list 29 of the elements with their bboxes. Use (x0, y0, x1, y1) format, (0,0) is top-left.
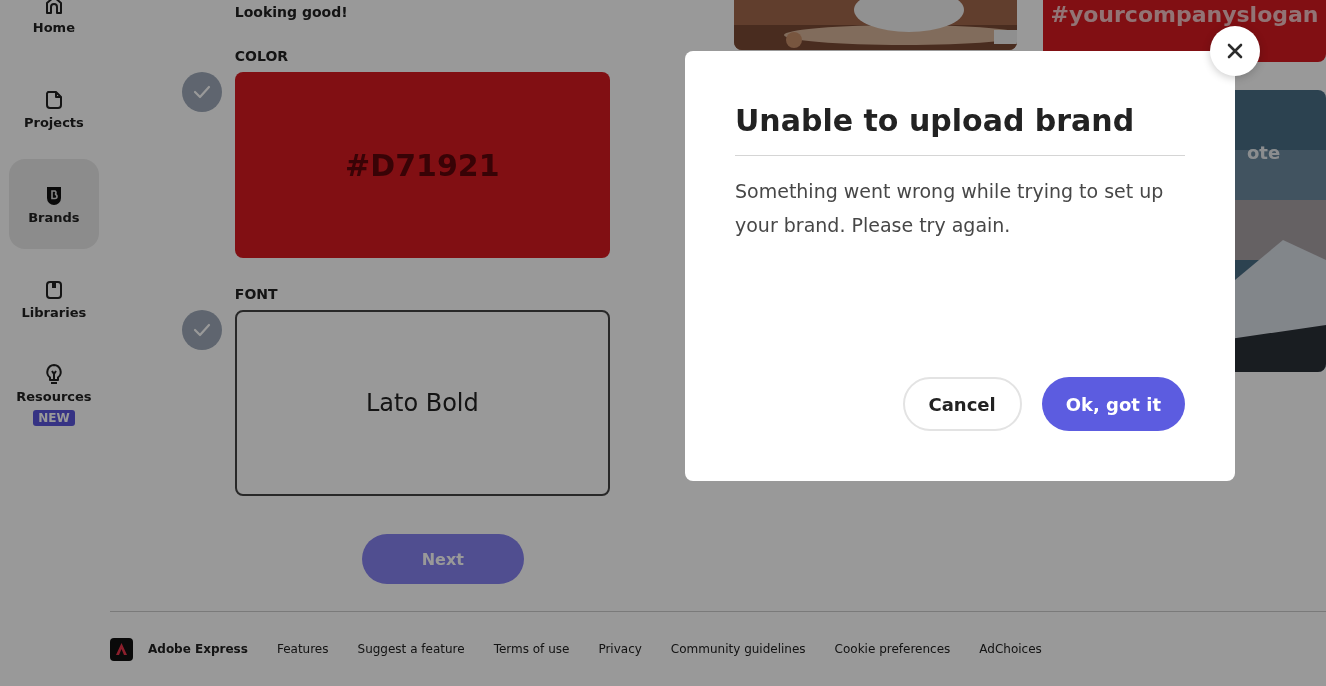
font-card[interactable]: Lato Bold (234, 310, 610, 496)
cancel-button[interactable]: Cancel (902, 377, 1022, 431)
footer-link[interactable]: AdChoices (979, 642, 1042, 656)
confirm-button[interactable]: Ok, got it (1041, 377, 1185, 431)
footer-link[interactable]: Terms of use (493, 642, 570, 656)
footer-link[interactable]: Cookie preferences (834, 642, 951, 656)
section-heading: FONT (234, 286, 279, 302)
brand-name: Adobe Express (148, 642, 248, 656)
app-logo (110, 637, 133, 661)
font-name: Lato Bold (365, 389, 479, 417)
sidebar-item[interactable]: Libraries (8, 254, 99, 344)
footer-link[interactable]: Community guidelines (670, 642, 806, 656)
dialog-message: Something went wrong while trying to set up your brand. Please try again. (735, 179, 1165, 238)
footer-link[interactable]: Suggest a feature (357, 642, 465, 656)
sidebar-item[interactable]: Projects (8, 64, 99, 154)
dialog-title: Unable to upload brand (735, 102, 1136, 140)
section-heading: COLOR (234, 48, 290, 64)
status-text: Looking good! (234, 4, 349, 20)
sidebar-item[interactable]: Home (8, 0, 99, 59)
sidebar-item[interactable]: Resources NEW (8, 349, 99, 439)
template-title: ote (1247, 142, 1281, 163)
close-button[interactable] (1210, 26, 1260, 76)
footer-link[interactable]: Features (276, 642, 329, 656)
footer-link[interactable]: Privacy (598, 642, 642, 656)
sidebar-item[interactable]: Brands (8, 159, 99, 249)
close-icon (1226, 42, 1244, 60)
new-badge: NEW (33, 409, 75, 426)
slogan-text: #yourcompanyslogan (1050, 2, 1319, 27)
color-code: #D71921 (345, 147, 500, 183)
